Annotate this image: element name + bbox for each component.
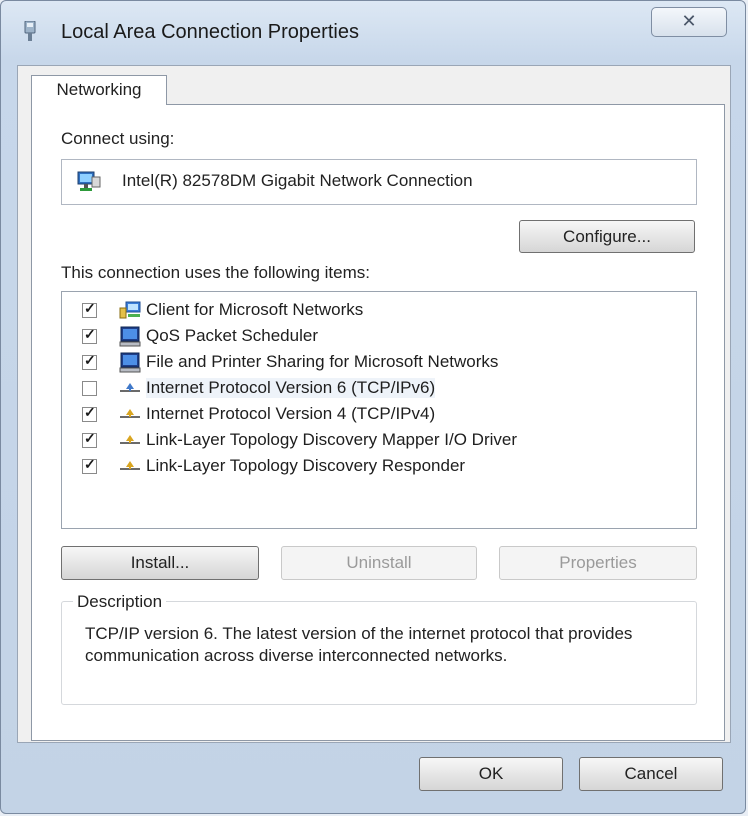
item-label: Internet Protocol Version 4 (TCP/IPv4) bbox=[146, 404, 436, 423]
checkbox[interactable] bbox=[82, 381, 97, 396]
network-service-icon bbox=[119, 326, 141, 347]
item-label: Client for Microsoft Networks bbox=[146, 300, 364, 319]
item-label: Link-Layer Topology Discovery Mapper I/O… bbox=[146, 430, 517, 449]
tab-networking[interactable]: Networking bbox=[31, 75, 167, 105]
checkbox[interactable]: ✓ bbox=[82, 326, 97, 344]
close-button[interactable]: ✕ bbox=[651, 7, 727, 37]
description-title: Description bbox=[73, 592, 167, 612]
network-service-icon bbox=[119, 352, 141, 373]
network-connection-icon bbox=[24, 21, 36, 41]
network-client-icon bbox=[119, 301, 141, 319]
window-title: Local Area Connection Properties bbox=[61, 21, 359, 43]
item-label: Link-Layer Topology Discovery Responder bbox=[146, 456, 466, 475]
item-label: File and Printer Sharing for Microsoft N… bbox=[146, 352, 499, 371]
adapter-name: Intel(R) 82578DM Gigabit Network Connect… bbox=[122, 171, 473, 190]
network-adapter-icon bbox=[77, 171, 101, 191]
item-label: QoS Packet Scheduler bbox=[146, 326, 318, 345]
checkbox[interactable]: ✓ bbox=[82, 300, 97, 318]
items-list[interactable]: ✓ Client for Microsoft Networks ✓ QoS Pa… bbox=[61, 291, 697, 529]
checkbox[interactable]: ✓ bbox=[82, 430, 97, 448]
description-text: TCP/IP version 6. The latest version of … bbox=[85, 624, 633, 665]
title-bar[interactable]: Local Area Connection Properties ✕ bbox=[1, 1, 745, 65]
items-list-label: This connection uses the following items… bbox=[61, 263, 370, 282]
item-label: Internet Protocol Version 6 (TCP/IPv6) bbox=[146, 378, 436, 398]
properties-button[interactable]: Properties bbox=[499, 546, 697, 580]
checkbox[interactable]: ✓ bbox=[82, 352, 97, 370]
protocol-icon bbox=[120, 435, 140, 444]
properties-dialog: Local Area Connection Properties ✕ Netwo… bbox=[0, 0, 746, 814]
protocol-icon bbox=[120, 383, 140, 392]
adapter-display: Intel(R) 82578DM Gigabit Network Connect… bbox=[61, 159, 697, 205]
configure-button[interactable]: Configure... bbox=[519, 220, 695, 253]
install-button[interactable]: Install... bbox=[61, 546, 259, 580]
protocol-icon bbox=[120, 409, 140, 418]
checkbox[interactable]: ✓ bbox=[82, 404, 97, 422]
ok-button[interactable]: OK bbox=[419, 757, 563, 791]
cancel-button[interactable]: Cancel bbox=[579, 757, 723, 791]
close-icon: ✕ bbox=[681, 11, 697, 31]
protocol-icon bbox=[120, 461, 140, 470]
checkbox[interactable]: ✓ bbox=[82, 456, 97, 474]
connect-using-label: Connect using: bbox=[61, 129, 175, 148]
uninstall-button[interactable]: Uninstall bbox=[281, 546, 477, 580]
